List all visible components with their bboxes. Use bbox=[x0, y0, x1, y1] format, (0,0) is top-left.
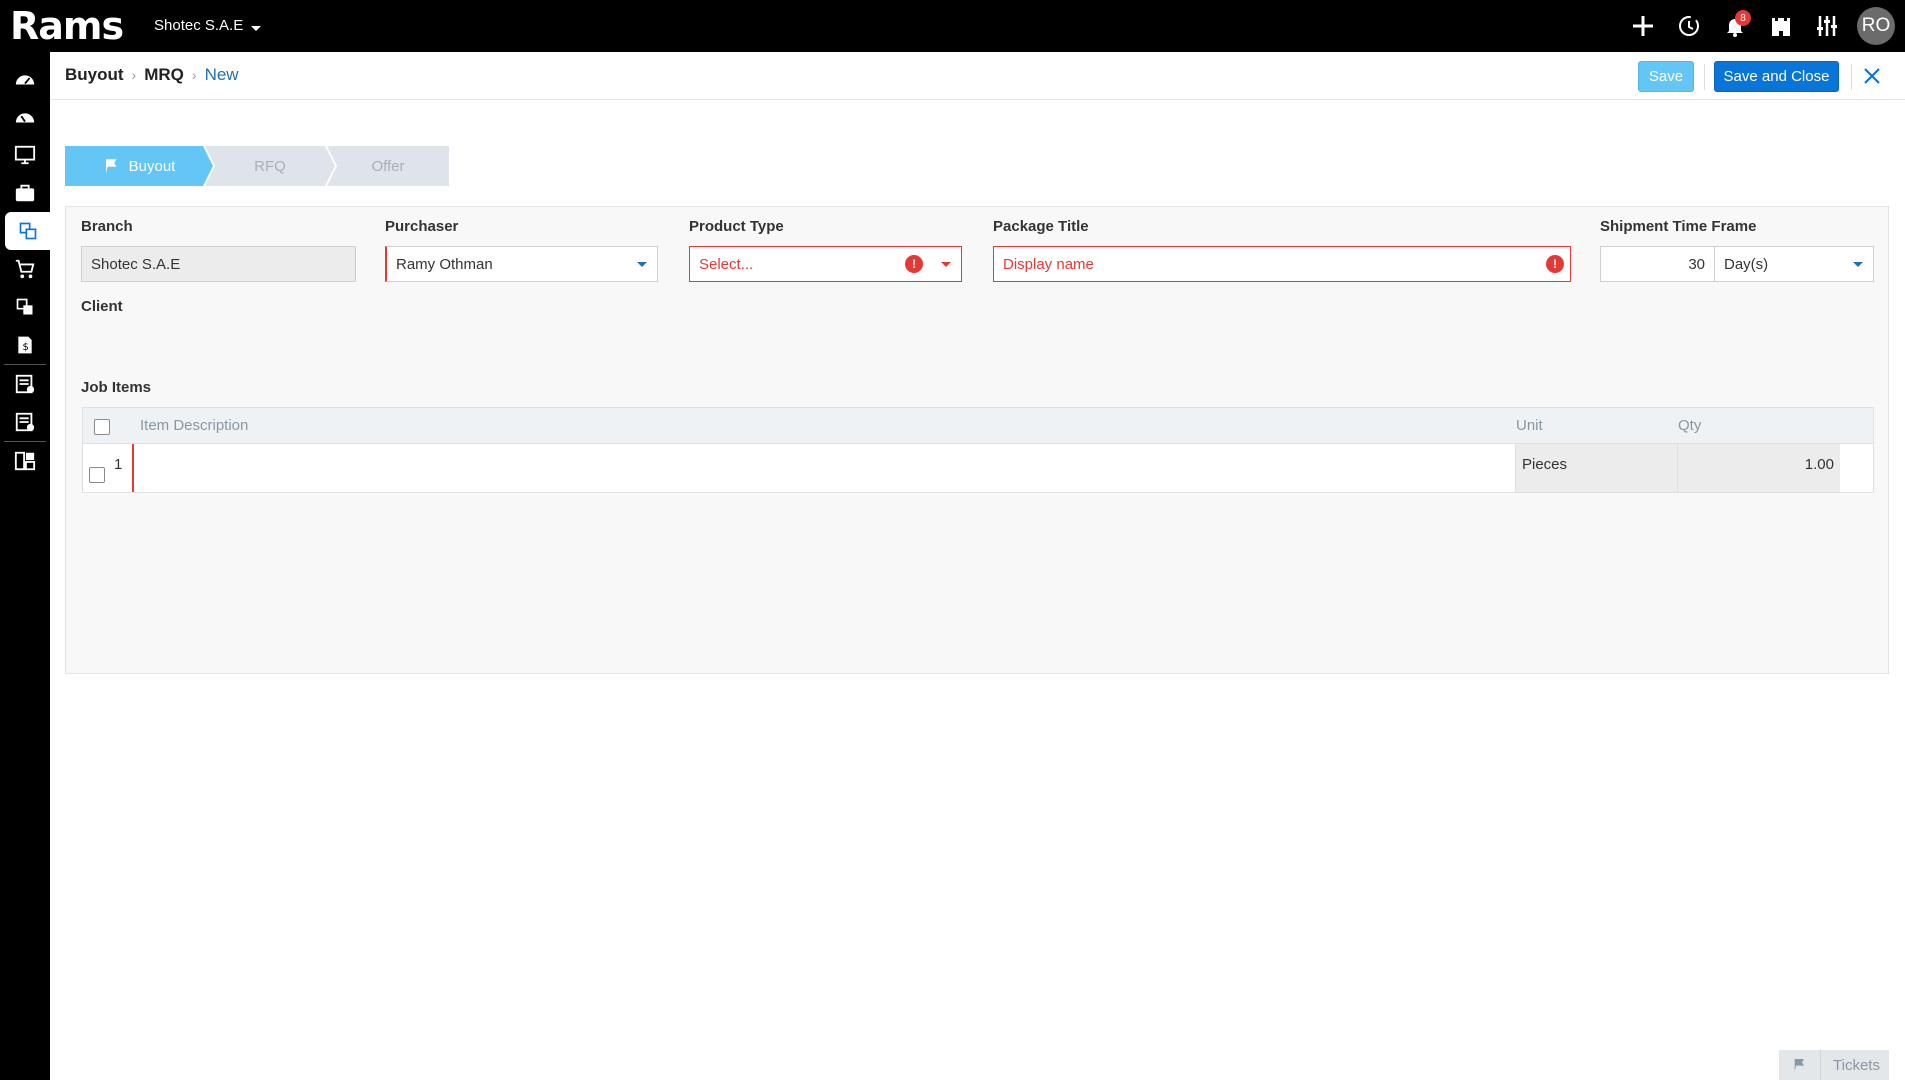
header-divider bbox=[1851, 64, 1852, 90]
logo-text: Rams bbox=[10, 4, 124, 48]
step-offer[interactable]: Offer bbox=[327, 146, 449, 186]
invoice-icon[interactable]: $ bbox=[0, 326, 50, 364]
table-header: Item Description Unit Qty bbox=[83, 408, 1873, 444]
tickets-button[interactable]: Tickets bbox=[1779, 1050, 1889, 1080]
purchaser-label: Purchaser bbox=[385, 218, 459, 235]
form-panel: Branch Shotec S.A.E Purchaser Ramy Othma… bbox=[65, 206, 1889, 674]
shipment-unit-select[interactable]: Day(s) bbox=[1714, 246, 1874, 282]
company-name: Shotec S.A.E bbox=[154, 17, 244, 34]
branch-field: Shotec S.A.E bbox=[81, 246, 356, 282]
unit-cell[interactable]: Pieces bbox=[1515, 444, 1677, 492]
select-all-checkbox[interactable] bbox=[94, 419, 110, 435]
table-row: 1 Pieces 1.00 bbox=[83, 444, 1873, 492]
notification-badge: 8 bbox=[1735, 10, 1751, 26]
save-button[interactable]: Save bbox=[1638, 61, 1694, 92]
job-items-table: Item Description Unit Qty 1 Pieces 1.00 bbox=[82, 407, 1874, 493]
client-label: Client bbox=[81, 298, 123, 315]
top-bar: Rams Shotec S.A.E 8 RO bbox=[0, 0, 1905, 52]
chevron-right-icon: › bbox=[131, 67, 137, 83]
header-qty: Qty bbox=[1678, 417, 1702, 434]
dashboard-icon[interactable] bbox=[0, 60, 50, 98]
package-title-placeholder: Display name bbox=[1003, 255, 1094, 273]
step-rfq[interactable]: RFQ bbox=[205, 146, 335, 186]
flag-icon bbox=[1779, 1050, 1821, 1080]
wizard-steps: Buyout RFQ Offer bbox=[65, 146, 449, 186]
job-items-label: Job Items bbox=[81, 379, 152, 396]
shipment-value-input[interactable]: 30 bbox=[1600, 246, 1715, 282]
cart-icon[interactable] bbox=[0, 250, 50, 288]
checklist-icon[interactable] bbox=[0, 365, 50, 403]
product-type-label: Product Type bbox=[689, 218, 784, 235]
shipment-unit: Day(s) bbox=[1724, 255, 1769, 273]
header-unit: Unit bbox=[1516, 417, 1543, 434]
step-label: Offer bbox=[371, 157, 405, 175]
user-avatar[interactable]: RO bbox=[1857, 7, 1895, 45]
castle-icon[interactable] bbox=[1765, 10, 1797, 42]
breadcrumb-buyout[interactable]: Buyout bbox=[65, 65, 124, 85]
product-type-select[interactable]: Select... ! bbox=[689, 246, 962, 282]
branch-value: Shotec S.A.E bbox=[91, 255, 181, 273]
breadcrumb-current: New bbox=[204, 65, 239, 84]
speedometer-icon[interactable] bbox=[0, 98, 50, 136]
chevron-down-icon bbox=[637, 262, 647, 267]
history-icon[interactable] bbox=[1673, 10, 1705, 42]
step-label: Buyout bbox=[128, 157, 176, 175]
package-title-input[interactable]: Display name ! bbox=[993, 246, 1571, 282]
error-icon: ! bbox=[905, 255, 923, 273]
flag-icon bbox=[105, 159, 117, 174]
row-checkbox[interactable] bbox=[89, 467, 105, 483]
row-index: 1 bbox=[114, 456, 123, 473]
breadcrumb: Buyout › MRQ › New bbox=[65, 65, 239, 85]
shipment-value: 30 bbox=[1688, 255, 1705, 273]
sliders-icon[interactable] bbox=[1811, 10, 1843, 42]
chevron-right-icon: › bbox=[191, 67, 197, 83]
purchaser-value: Ramy Othman bbox=[396, 255, 493, 273]
plus-icon[interactable] bbox=[1627, 10, 1659, 42]
item-description-cell[interactable] bbox=[132, 444, 1515, 492]
briefcase-icon[interactable] bbox=[0, 174, 50, 212]
notifications-button[interactable]: 8 bbox=[1719, 10, 1751, 42]
chevron-down-icon bbox=[251, 26, 262, 31]
svg-text:$: $ bbox=[23, 342, 29, 353]
step-buyout[interactable]: Buyout bbox=[65, 146, 213, 186]
qty-cell[interactable]: 1.00 bbox=[1677, 444, 1840, 492]
qty-value: 1.00 bbox=[1804, 456, 1834, 473]
chevron-down-icon bbox=[1853, 262, 1863, 267]
company-switcher[interactable]: Shotec S.A.E bbox=[154, 17, 262, 34]
top-actions: 8 RO bbox=[1627, 0, 1895, 52]
branch-label: Branch bbox=[81, 218, 133, 235]
header-item-description: Item Description bbox=[140, 417, 249, 434]
tickets-label: Tickets bbox=[1833, 1056, 1880, 1074]
package-title-label: Package Title bbox=[993, 218, 1089, 235]
step-label: RFQ bbox=[254, 157, 286, 175]
sidebar: $ bbox=[0, 52, 50, 1080]
approval-icon[interactable] bbox=[0, 403, 50, 441]
monitor-icon[interactable] bbox=[0, 136, 50, 174]
app-logo[interactable]: Rams bbox=[10, 4, 124, 48]
product-type-placeholder: Select... bbox=[699, 255, 754, 273]
transfer-icon[interactable] bbox=[0, 288, 50, 326]
page-header: Buyout › MRQ › New Save Save and Close bbox=[50, 52, 1905, 100]
save-and-close-button[interactable]: Save and Close bbox=[1714, 61, 1839, 92]
shipment-label: Shipment Time Frame bbox=[1600, 218, 1757, 235]
breadcrumb-mrq[interactable]: MRQ bbox=[144, 65, 184, 85]
buyout-icon[interactable] bbox=[5, 212, 50, 250]
close-icon[interactable] bbox=[1860, 64, 1884, 88]
unit-value: Pieces bbox=[1522, 456, 1568, 473]
chevron-down-icon bbox=[941, 262, 951, 267]
error-icon: ! bbox=[1546, 255, 1564, 273]
report-icon[interactable] bbox=[0, 442, 50, 480]
purchaser-select[interactable]: Ramy Othman bbox=[385, 246, 658, 282]
header-divider bbox=[1704, 64, 1705, 90]
